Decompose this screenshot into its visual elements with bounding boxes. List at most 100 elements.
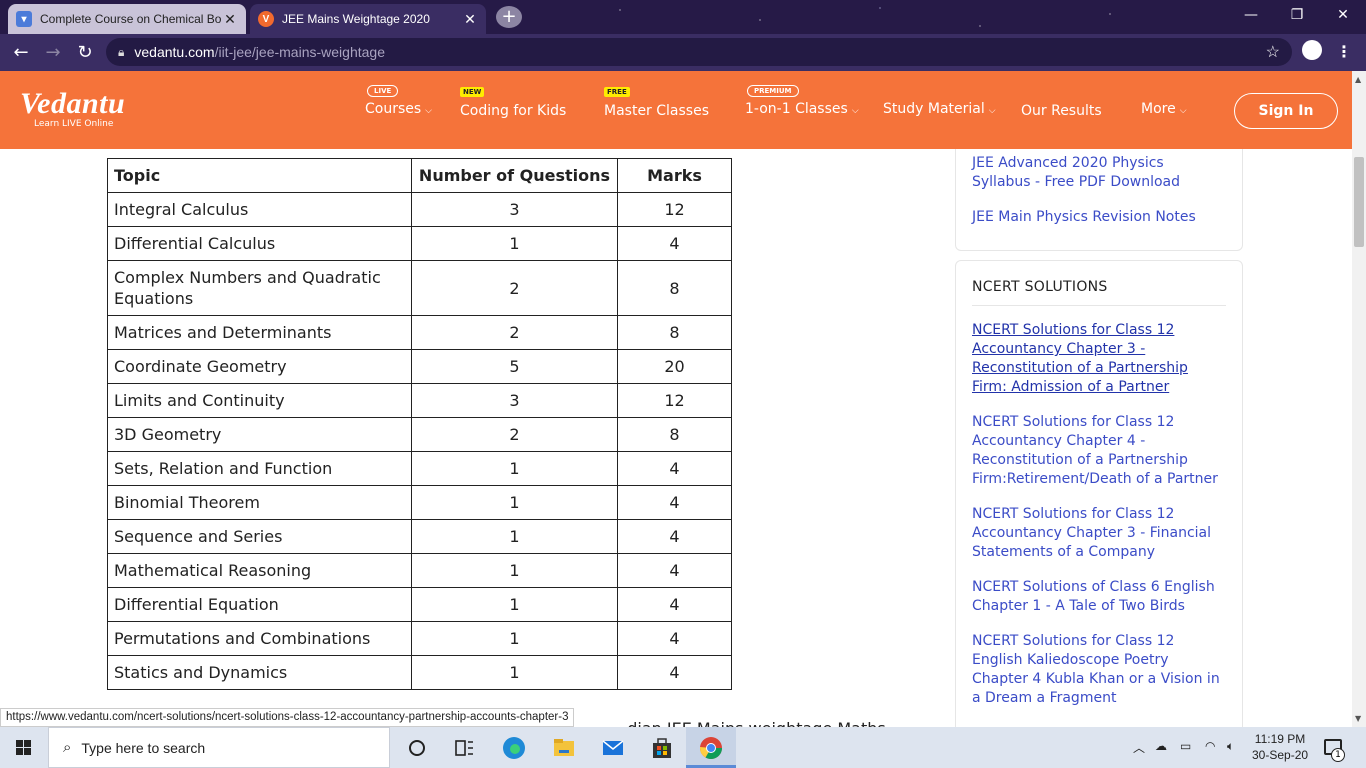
wifi-icon[interactable]: ◠ <box>1205 739 1215 753</box>
reload-icon[interactable]: ↻ <box>72 40 98 66</box>
marks-cell: 4 <box>617 655 732 690</box>
nav-our-results[interactable]: Our Results <box>1021 103 1102 119</box>
logo-tagline: Learn LIVE Online <box>34 119 114 129</box>
sidebar-link[interactable]: JEE Advanced 2020 Physics Syllabus - Fre… <box>972 154 1222 192</box>
card-title: NCERT SOLUTIONS <box>972 279 1226 306</box>
table-row: Differential Calculus 1 4 <box>107 226 732 261</box>
table-row: Complex Numbers and Quadratic Equations 2… <box>107 260 732 316</box>
link-status-bubble: https://www.vedantu.com/ncert-solutions/… <box>0 708 575 727</box>
ncert-link[interactable]: NCERT Solutions for Class 12 English Kal… <box>972 632 1222 708</box>
chrome-icon <box>700 737 722 759</box>
browser-menu-icon[interactable]: ⋮ <box>1336 42 1352 61</box>
marks-cell: 12 <box>617 383 732 418</box>
mail-icon[interactable] <box>600 735 626 761</box>
related-links-card: JEE Advanced 2020 Physics Syllabus - Fre… <box>955 149 1243 251</box>
sidebar-link[interactable]: JEE Main Physics Revision Notes <box>972 208 1222 227</box>
scroll-thumb[interactable] <box>1354 157 1364 247</box>
free-badge: FREE <box>604 87 630 97</box>
sign-in-button[interactable]: Sign In <box>1234 93 1338 129</box>
url-host: vedantu.com <box>134 44 215 60</box>
questions-cell: 2 <box>411 417 618 452</box>
questions-cell: 1 <box>411 655 618 690</box>
vedantu-logo[interactable]: Vedantu Learn LIVE Online <box>20 87 125 129</box>
store-icon[interactable] <box>649 735 675 761</box>
topic-cell: Complex Numbers and Quadratic Equations <box>107 260 412 316</box>
forward-icon[interactable]: → <box>40 40 66 66</box>
new-tab-button[interactable]: + <box>496 6 522 28</box>
address-bar[interactable]: 🔒︎ vedantu.com/iit-jee/jee-mains-weighta… <box>106 38 1292 66</box>
ncert-link[interactable]: NCERT Solutions for Class 12 Accountancy… <box>972 413 1222 489</box>
questions-cell: 1 <box>411 226 618 261</box>
marks-cell: 4 <box>617 451 732 486</box>
topic-cell: Differential Equation <box>107 587 412 622</box>
close-icon[interactable]: ✕ <box>462 11 478 28</box>
close-icon[interactable]: ✕ <box>222 11 238 28</box>
table-row: Mathematical Reasoning 1 4 <box>107 553 732 588</box>
nav-master-classes[interactable]: FREE Master Classes <box>604 87 709 119</box>
chevron-down-icon: ⌵ <box>851 106 859 116</box>
nav-label: Study Material <box>883 101 985 117</box>
edge-browser-icon[interactable] <box>501 735 527 761</box>
clock-time: 11:19 PM <box>1254 732 1306 746</box>
premium-badge: PREMIUM <box>747 85 799 97</box>
nav-study-material[interactable]: Study Material ⌵ <box>883 101 996 117</box>
questions-cell: 2 <box>411 260 618 316</box>
weightage-table: Topic Number of Questions Marks Integral… <box>107 158 732 690</box>
browser-tab[interactable]: ▾ Complete Course on Chemical Bo ✕ <box>8 4 246 34</box>
scroll-up-icon[interactable]: ▲ <box>1355 75 1361 84</box>
table-row: Binomial Theorem 1 4 <box>107 485 732 520</box>
restore-icon[interactable]: ❐ <box>1274 0 1320 30</box>
nav-coding-for-kids[interactable]: NEW Coding for Kids <box>460 87 566 119</box>
scroll-down-icon[interactable]: ▼ <box>1355 714 1361 723</box>
nav-more[interactable]: More ⌵ <box>1141 101 1187 117</box>
minimize-icon[interactable]: — <box>1228 0 1274 30</box>
site-header: Vedantu Learn LIVE Online LIVE Courses ⌵ … <box>0 71 1352 149</box>
marks-cell: 20 <box>617 349 732 384</box>
ncert-link[interactable]: NCERT Solutions for Class 12 Accountancy… <box>972 505 1222 562</box>
questions-cell: 1 <box>411 451 618 486</box>
volume-icon[interactable]: 🔈︎ <box>1227 739 1234 754</box>
taskbar-clock[interactable]: 11:19 PM 30-Sep-20 <box>1252 731 1308 763</box>
bookmark-star-icon[interactable]: ☆ <box>1266 42 1280 62</box>
nav-label: 1-on-1 Classes <box>745 101 848 117</box>
chrome-taskbar-item[interactable] <box>686 727 736 768</box>
topic-cell: Differential Calculus <box>107 226 412 261</box>
battery-icon[interactable]: ▭ <box>1180 739 1191 753</box>
tab-title: Complete Course on Chemical Bo <box>40 12 222 26</box>
topic-cell: Statics and Dynamics <box>107 655 412 690</box>
body-text-partial: ...dian JEE Mains weightage Maths <box>612 719 886 727</box>
table-row: Integral Calculus 3 12 <box>107 192 732 227</box>
onedrive-icon[interactable]: ☁ <box>1155 739 1167 753</box>
table-row: Coordinate Geometry 5 20 <box>107 349 732 384</box>
ncert-solutions-card: NCERT SOLUTIONS NCERT Solutions for Clas… <box>955 260 1243 727</box>
live-badge: LIVE <box>367 85 399 97</box>
page-content: Topic Number of Questions Marks Integral… <box>0 149 1352 727</box>
ncert-link[interactable]: NCERT Solutions for Class 12 Accountancy… <box>972 321 1222 397</box>
window-close-icon[interactable]: ✕ <box>1320 0 1366 30</box>
nav-courses[interactable]: LIVE Courses ⌵ <box>365 85 432 117</box>
file-explorer-icon[interactable] <box>551 735 577 761</box>
table-row: Permutations and Combinations 1 4 <box>107 621 732 656</box>
task-view-icon[interactable] <box>451 735 477 761</box>
questions-cell: 1 <box>411 587 618 622</box>
browser-tab-strip: ▾ Complete Course on Chemical Bo ✕ V JEE… <box>0 0 1366 34</box>
nav-one-on-one-classes[interactable]: PREMIUM 1-on-1 Classes ⌵ <box>745 85 859 117</box>
windows-start-button[interactable] <box>0 727 48 768</box>
table-row: Statics and Dynamics 1 4 <box>107 655 732 690</box>
vedantu-favicon-icon: V <box>258 11 274 27</box>
browser-tab-active[interactable]: V JEE Mains Weightage 2020 ✕ <box>250 4 486 34</box>
taskbar-search-box[interactable]: ⌕ Type here to search <box>48 727 390 768</box>
topic-cell: Binomial Theorem <box>107 485 412 520</box>
ncert-link[interactable]: NCERT Solutions of Class 6 English Chapt… <box>972 578 1222 616</box>
marks-cell: 8 <box>617 417 732 452</box>
column-header-topic: Topic <box>107 158 412 193</box>
profile-avatar-icon[interactable] <box>1302 40 1322 60</box>
table-header-row: Topic Number of Questions Marks <box>107 158 732 193</box>
cortana-icon[interactable] <box>404 735 430 761</box>
page-scrollbar[interactable]: ▲ ▼ <box>1352 71 1366 727</box>
marks-cell: 8 <box>617 260 732 316</box>
back-icon[interactable]: ← <box>8 40 34 66</box>
chevron-up-icon[interactable]: ︿ <box>1133 739 1145 756</box>
table-row: 3D Geometry 2 8 <box>107 417 732 452</box>
search-placeholder: Type here to search <box>81 739 206 756</box>
